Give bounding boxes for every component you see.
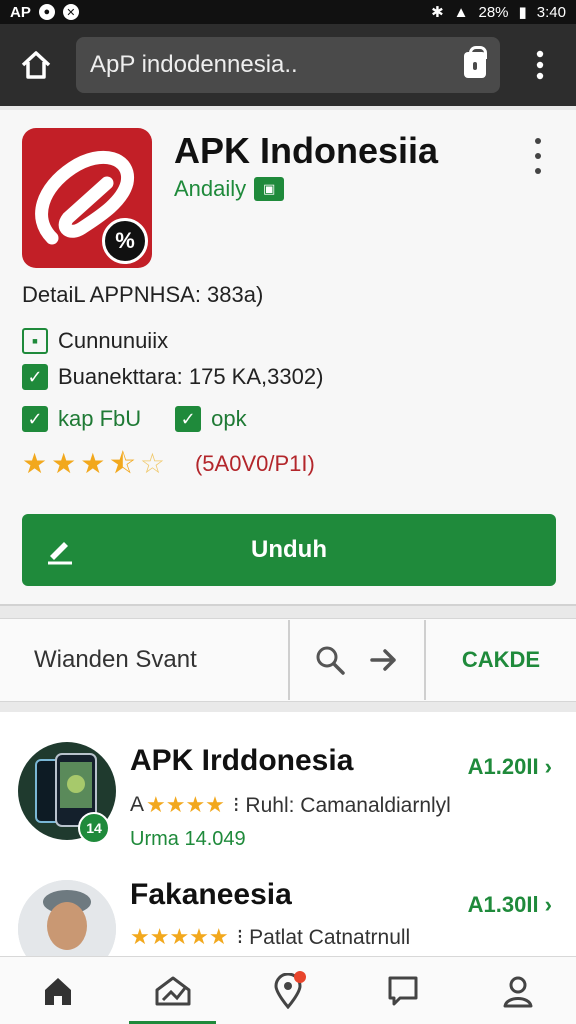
nav-store[interactable] [115,957,230,1024]
clock: 3:40 [536,3,566,21]
battery-icon: ▮ [518,4,527,21]
settings-icon: ● [38,4,55,20]
search-actions [290,620,426,700]
star-icon: ★ [80,448,106,479]
bottom-navigation [0,956,576,1024]
result-name: APK Irddonesia [130,744,354,777]
nav-messages[interactable] [346,957,461,1024]
result-sub: Urma 14.049 [130,828,246,850]
star-icon: ★★★★ [146,792,225,817]
battery-percent: 28% [478,3,509,21]
app-detail-card: % APK Indonesiia Andaily ▣ DetaiL APPNHS… [0,110,576,606]
star-icon: ★★★★★ [130,924,229,949]
cancel-button[interactable]: CAKDE [426,647,576,673]
store-icon [155,976,191,1005]
feature-row: ▪ Cunnunuiix [22,328,168,354]
checkbox-checked-icon[interactable]: ✓ [22,406,48,432]
feature-label: Buanekttara: 175 KA,3302) [58,364,324,389]
developer-link[interactable]: Andaily ▣ [174,176,285,202]
rating-code: (5A0V0/P1I) [194,451,315,476]
home-icon [21,51,51,79]
tag-label: opk [211,406,247,431]
signal-icon: ▲ [453,3,469,21]
count-badge: 14 [78,812,110,844]
star-half-icon: ⯪ [109,448,136,479]
tag-label: kap FbU [58,406,142,431]
percent-badge-icon: % [102,218,148,264]
result-name: Fakaneesia [130,878,292,911]
search-bar: Wianden Svant CAKDE [0,618,576,702]
close-icon: ✕ [62,4,79,20]
tag-row: ✓ kap FbU ✓ opk [22,406,247,432]
download-label: Unduh [251,536,327,563]
more-vert-icon [536,50,544,80]
home-icon [44,977,71,1005]
download-button[interactable]: Unduh [22,514,556,586]
result-price: A1.20II › [467,754,552,779]
nav-profile[interactable] [461,957,576,1024]
rating: ★ ★ ★ ⯪ ☆ (5A0V0/P1I) [22,450,315,478]
app-icon: % [22,128,152,268]
home-button[interactable] [14,43,58,87]
app-more-button[interactable] [528,138,548,174]
list-item[interactable]: Fakaneesia A1.30Il › ★★★★★ ⁝ Patlat Catn… [0,878,576,978]
url-text: ApP indodennesia.. [90,51,298,78]
nav-location[interactable] [230,957,345,1024]
browser-menu-button[interactable] [518,43,562,87]
lock-icon [464,46,487,78]
developer-name: Andaily [174,176,247,201]
star-icon: ★ [51,448,77,479]
search-text: Wianden Svant [34,646,197,673]
checkbox-checked-icon[interactable]: ✓ [175,406,202,432]
browser-toolbar: ApP indodennesia.. [0,24,576,106]
list-item[interactable]: 14 APK Irddonesia A1.20II › A ★★★★ ⁝ Ruh… [0,740,576,860]
edit-icon [48,542,72,565]
status-app-label: AP [10,3,31,21]
result-meta: ★★★★★ ⁝ Patlat Catnatrnull [130,924,410,950]
result-meta-text: ⁝ Patlat Catnatrnull [236,925,411,949]
android-badge-icon: ▣ [254,177,285,201]
search-input[interactable]: Wianden Svant [0,620,290,700]
result-meta: A ★★★★ ⁝ Ruhl: Camanaldiarnlyl [130,792,451,818]
result-meta-text: ⁝ Ruhl: Camanaldiarnlyl [232,793,451,817]
notification-dot [294,971,307,983]
arrow-right-icon[interactable] [368,644,400,676]
search-icon[interactable] [314,644,346,676]
bluetooth-icon: ✱ [431,4,444,21]
checkbox-icon: ▪ [22,328,48,354]
star-icon: ★ [22,448,48,479]
star-outline-icon: ☆ [139,448,165,479]
person-icon [503,976,533,1007]
app-detail-text: DetaiL APPNHSA: 383a) [22,282,264,307]
url-bar[interactable]: ApP indodennesia.. [76,37,500,93]
result-meta-prefix: A [130,793,145,816]
status-bar: AP ● ✕ ✱ ▲ 28% ▮ 3:40 [0,0,576,24]
checkbox-checked-icon: ✓ [22,364,48,390]
nav-home[interactable] [0,957,115,1024]
feature-label: Cunnunuiix [58,328,169,353]
result-price: A1.30Il › [467,892,552,917]
app-title: APK Indonesiia [174,130,439,171]
results-list: 14 APK Irddonesia A1.20II › A ★★★★ ⁝ Ruh… [0,712,576,978]
feature-row: ✓ Buanekttara: 175 KA,3302) [22,364,323,390]
chat-icon [388,976,418,1005]
